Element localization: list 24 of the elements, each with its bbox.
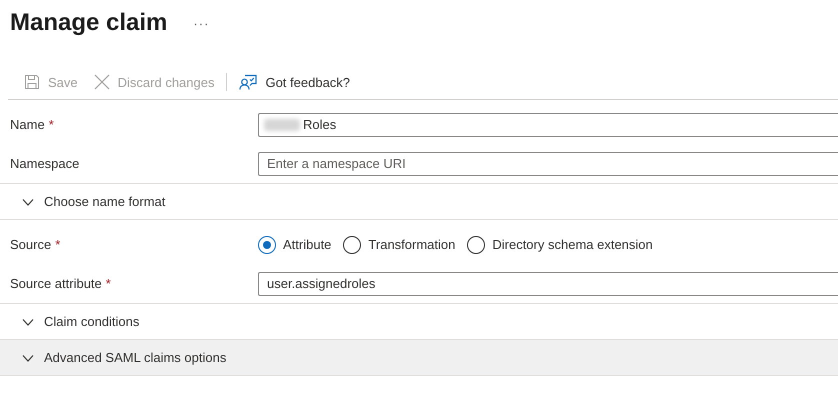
feedback-icon: [239, 74, 258, 90]
radio-option[interactable]: Attribute: [258, 236, 332, 254]
more-options[interactable]: ···: [193, 16, 210, 30]
required-mark: *: [55, 237, 60, 252]
feedback-button[interactable]: Got feedback?: [231, 70, 358, 94]
field-label: Source: [10, 237, 52, 252]
chevron-icon: [22, 198, 34, 206]
radio-option[interactable]: Transformation: [343, 236, 456, 254]
section-header[interactable]: Advanced SAML claims options: [0, 339, 838, 376]
field-label: Name: [10, 117, 45, 132]
chevron-icon: [22, 354, 34, 362]
required-mark: *: [106, 276, 111, 291]
input-field[interactable]: Roles: [258, 112, 838, 136]
required-mark: *: [48, 117, 54, 132]
radio-option[interactable]: Directory schema extension: [467, 236, 653, 254]
save-icon: [24, 74, 40, 90]
input-field[interactable]: user.assignedroles: [258, 272, 838, 296]
close-icon: [94, 74, 110, 90]
chevron-icon: [22, 318, 34, 326]
input-field[interactable]: Enter a namespace URI: [258, 152, 838, 176]
page-title: Manage claim: [10, 9, 168, 37]
section-header[interactable]: Choose name format: [0, 183, 838, 220]
field-label: Source attribute: [10, 276, 102, 291]
field-label: Namespace: [10, 156, 80, 171]
